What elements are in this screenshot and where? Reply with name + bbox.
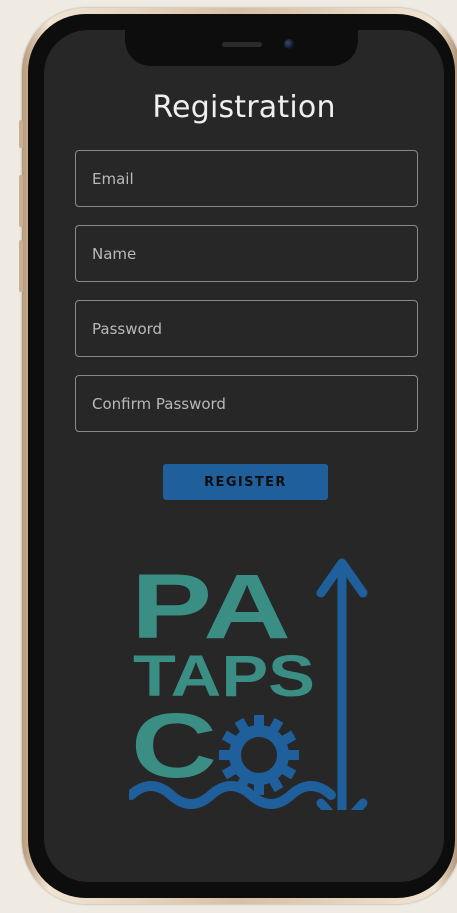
page-title: Registration [152,90,336,125]
password-field[interactable] [75,300,418,357]
arrow-icon [316,558,368,810]
speaker-icon [222,42,262,47]
register-button[interactable]: REGISTER [163,464,328,500]
password-input[interactable] [76,301,417,356]
volume-up-button [19,175,23,227]
confirm-password-field[interactable] [75,375,418,432]
notch [125,30,358,66]
name-field[interactable] [75,225,418,282]
stage: Registration REGISTER PA TAPS C [0,0,457,913]
patapsco-logo: PA TAPS C [129,556,368,810]
silent-switch [19,120,23,148]
camera-icon [284,39,294,49]
logo-line-pa: PA [131,556,291,658]
name-input[interactable] [76,226,417,281]
phone-screen: Registration REGISTER PA TAPS C [44,30,444,882]
email-input[interactable] [76,151,417,206]
email-field[interactable] [75,150,418,207]
volume-down-button [19,240,23,292]
confirm-password-input[interactable] [76,376,417,431]
